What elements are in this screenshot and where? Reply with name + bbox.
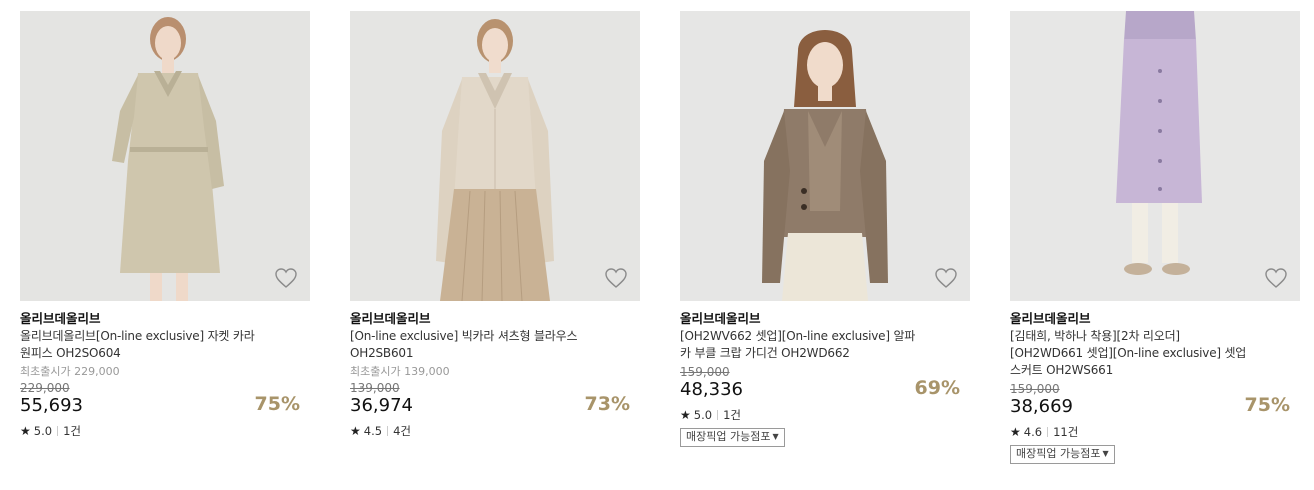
launch-price: 최초출시가 139,000	[350, 365, 450, 378]
store-pickup-label: 매장픽업 가능점포	[686, 430, 771, 443]
divider	[387, 426, 389, 436]
product-grid: 올리브데올리브 올리브데올리브[On-line exclusive] 자켓 카라…	[0, 0, 1314, 490]
product-photo	[20, 11, 310, 301]
product-name[interactable]: [김태희, 박하나 착용][2차 리오더] [OH2WD661 셋업][On-l…	[1010, 328, 1300, 379]
rating-score: 4.5	[363, 424, 383, 438]
product-name-line: [김태희, 박하나 착용][2차 리오더]	[1010, 329, 1180, 343]
caret-down-icon: ▼	[1102, 449, 1109, 458]
product-photo	[1010, 11, 1300, 301]
product-name-line: [On-line exclusive] 빅카라 셔츠형 블라우스	[350, 329, 578, 343]
product-name-line: [OH2WD661 셋업][On-line exclusive] 셋업	[1010, 346, 1247, 360]
brand-name[interactable]: 올리브데올리브	[20, 311, 310, 327]
store-pickup-label: 매장픽업 가능점포	[1016, 447, 1101, 460]
wishlist-heart-icon[interactable]	[604, 267, 628, 289]
review-count: 4건	[393, 424, 411, 438]
product-name[interactable]: [On-line exclusive] 빅카라 셔츠형 블라우스 OH2SB60…	[350, 328, 640, 362]
product-name-line: 원피스 OH2SO604	[20, 346, 121, 360]
product-name-line: OH2SB601	[350, 346, 414, 360]
wishlist-heart-icon[interactable]	[934, 267, 958, 289]
store-pickup-dropdown[interactable]: 매장픽업 가능점포 ▼	[1010, 445, 1115, 464]
star-icon: ★	[350, 424, 361, 438]
discount-rate: 69%	[914, 377, 960, 399]
product-image[interactable]	[20, 11, 310, 301]
star-icon: ★	[1010, 425, 1021, 439]
divider	[1047, 427, 1049, 437]
brand-name[interactable]: 올리브데올리브	[350, 311, 640, 327]
product-card[interactable]: 올리브데올리브 올리브데올리브[On-line exclusive] 자켓 카라…	[20, 11, 310, 439]
discount-rate: 75%	[1244, 394, 1290, 416]
review-count: 1건	[63, 424, 81, 438]
review-count: 1건	[723, 408, 741, 422]
product-image[interactable]	[680, 11, 970, 301]
rating-score: 4.6	[1023, 425, 1043, 439]
star-icon: ★	[20, 424, 31, 438]
product-card[interactable]: 올리브데올리브 [김태희, 박하나 착용][2차 리오더] [OH2WD661 …	[1010, 11, 1300, 464]
store-pickup-dropdown[interactable]: 매장픽업 가능점포 ▼	[680, 428, 785, 447]
price-row: 55,693 75%	[20, 393, 310, 417]
price-row: 36,974 73%	[350, 393, 640, 417]
product-name[interactable]: 올리브데올리브[On-line exclusive] 자켓 카라 원피스 OH2…	[20, 328, 310, 362]
review-summary: ★ 4.6 11건	[1010, 424, 1300, 440]
divider	[57, 426, 59, 436]
product-card[interactable]: 올리브데올리브 [OH2WV662 셋업][On-line exclusive]…	[680, 11, 970, 447]
sale-price: 55,693	[20, 395, 83, 416]
product-photo	[680, 11, 970, 301]
price-row: 38,669 75%	[1010, 394, 1300, 418]
price-row: 48,336 69%	[680, 377, 970, 401]
product-name[interactable]: [OH2WV662 셋업][On-line exclusive] 알파 카 부클…	[680, 328, 970, 362]
sale-price: 48,336	[680, 379, 743, 400]
sale-price: 38,669	[1010, 396, 1073, 417]
brand-name[interactable]: 올리브데올리브	[1010, 311, 1300, 327]
review-summary: ★ 5.0 1건	[680, 407, 970, 423]
product-name-line: [OH2WV662 셋업][On-line exclusive] 알파	[680, 329, 916, 343]
rating-score: 5.0	[693, 408, 713, 422]
product-photo	[350, 11, 640, 301]
discount-rate: 75%	[254, 393, 300, 415]
review-summary: ★ 4.5 4건	[350, 423, 640, 439]
product-image[interactable]	[1010, 11, 1300, 301]
divider	[717, 410, 719, 420]
discount-rate: 73%	[584, 393, 630, 415]
review-count: 11건	[1053, 425, 1079, 439]
star-icon: ★	[680, 408, 691, 422]
product-card[interactable]: 올리브데올리브 [On-line exclusive] 빅카라 셔츠형 블라우스…	[350, 11, 640, 439]
sale-price: 36,974	[350, 395, 413, 416]
wishlist-heart-icon[interactable]	[1264, 267, 1288, 289]
caret-down-icon: ▼	[772, 432, 779, 441]
product-image[interactable]	[350, 11, 640, 301]
launch-price: 최초출시가 229,000	[20, 365, 120, 378]
rating-score: 5.0	[33, 424, 53, 438]
product-name-line: 스커트 OH2WS661	[1010, 363, 1114, 377]
wishlist-heart-icon[interactable]	[274, 267, 298, 289]
product-name-line: 카 부클 크랍 가디건 OH2WD662	[680, 346, 850, 360]
brand-name[interactable]: 올리브데올리브	[680, 311, 970, 327]
review-summary: ★ 5.0 1건	[20, 423, 310, 439]
product-name-line: 올리브데올리브[On-line exclusive] 자켓 카라	[20, 329, 255, 343]
